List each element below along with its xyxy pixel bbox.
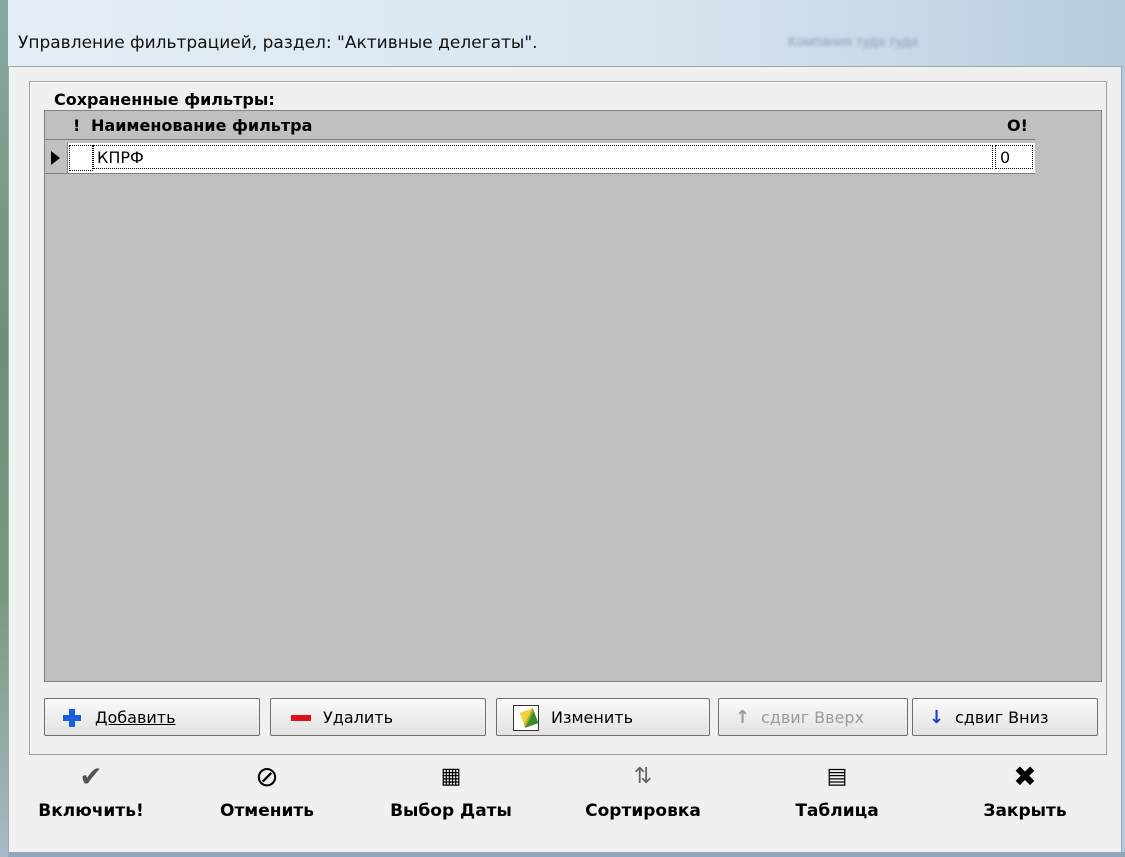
table-row[interactable]: КПРФ 0 [45, 143, 1035, 174]
background-window-title: Компания туда туда [788, 33, 918, 49]
column-header-name[interactable]: Наименование фильтра [91, 116, 312, 135]
move-up-button[interactable]: ↑ сдвиг Вверх [718, 698, 908, 736]
grid-header: ! Наименование фильтра О! [45, 111, 1035, 140]
checkmark-icon: ✔ [79, 760, 103, 793]
date-picker-button[interactable]: ▦ Выбор Даты [371, 759, 531, 839]
sort-button[interactable]: ⇅ Сортировка [563, 759, 723, 839]
column-header-flag[interactable]: ! [73, 116, 80, 135]
saved-filters-label: Сохраненные фильтры: [54, 90, 275, 109]
enable-button-label: Включить! [38, 801, 144, 821]
date-picker-button-label: Выбор Даты [390, 801, 512, 821]
calendar-icon: ▦ [440, 764, 462, 789]
add-button-label: Добавить [95, 708, 176, 727]
table-button[interactable]: ▤ Таблица [757, 759, 917, 839]
move-up-button-label: сдвиг Вверх [761, 708, 865, 727]
filters-grid[interactable]: ! Наименование фильтра О! КПРФ 0 [44, 110, 1102, 682]
table-button-label: Таблица [795, 801, 879, 821]
cell-name[interactable]: КПРФ [93, 145, 993, 169]
close-button-label: Закрыть [983, 801, 1067, 821]
saved-filters-group: Сохраненные фильтры: ! Наименование филь… [29, 81, 1107, 755]
cancel-button-label: Отменить [220, 801, 314, 821]
delete-button[interactable]: Удалить [270, 698, 486, 736]
column-header-o[interactable]: О! [1007, 116, 1028, 135]
table-icon: ▤ [826, 764, 848, 789]
cancel-button[interactable]: ⊘ Отменить [187, 759, 347, 839]
edit-icon [513, 705, 539, 731]
title-bar[interactable]: Управление фильтрацией, раздел: "Активны… [8, 0, 1125, 66]
plus-icon [63, 709, 81, 727]
window-frame-bottom [8, 852, 1125, 857]
enable-button[interactable]: ✔ Включить! [11, 759, 171, 839]
row-indicator [45, 143, 68, 173]
move-down-button[interactable]: ↓ сдвиг Вниз [912, 698, 1098, 736]
sort-button-label: Сортировка [585, 801, 701, 821]
edit-button[interactable]: Изменить [496, 698, 710, 736]
current-row-arrow-icon [51, 151, 60, 165]
window-frame-left [0, 0, 8, 857]
window-title: Управление фильтрацией, раздел: "Активны… [18, 33, 538, 53]
cell-o[interactable]: 0 [995, 145, 1033, 169]
sort-icon: ⇅ [633, 764, 653, 789]
close-icon: ✖ [1013, 760, 1037, 793]
cell-flag[interactable] [69, 145, 93, 171]
arrow-down-icon: ↓ [929, 707, 945, 728]
arrow-up-icon: ↑ [735, 707, 751, 728]
close-button[interactable]: ✖ Закрыть [945, 759, 1105, 839]
add-button[interactable]: Добавить [44, 698, 260, 736]
delete-button-label: Удалить [323, 708, 393, 727]
edit-button-label: Изменить [551, 708, 633, 727]
move-down-button-label: сдвиг Вниз [955, 708, 1049, 727]
dialog-client-area: Сохраненные фильтры: ! Наименование филь… [8, 66, 1122, 854]
minus-icon [291, 715, 311, 721]
prohibited-icon: ⊘ [255, 760, 279, 793]
